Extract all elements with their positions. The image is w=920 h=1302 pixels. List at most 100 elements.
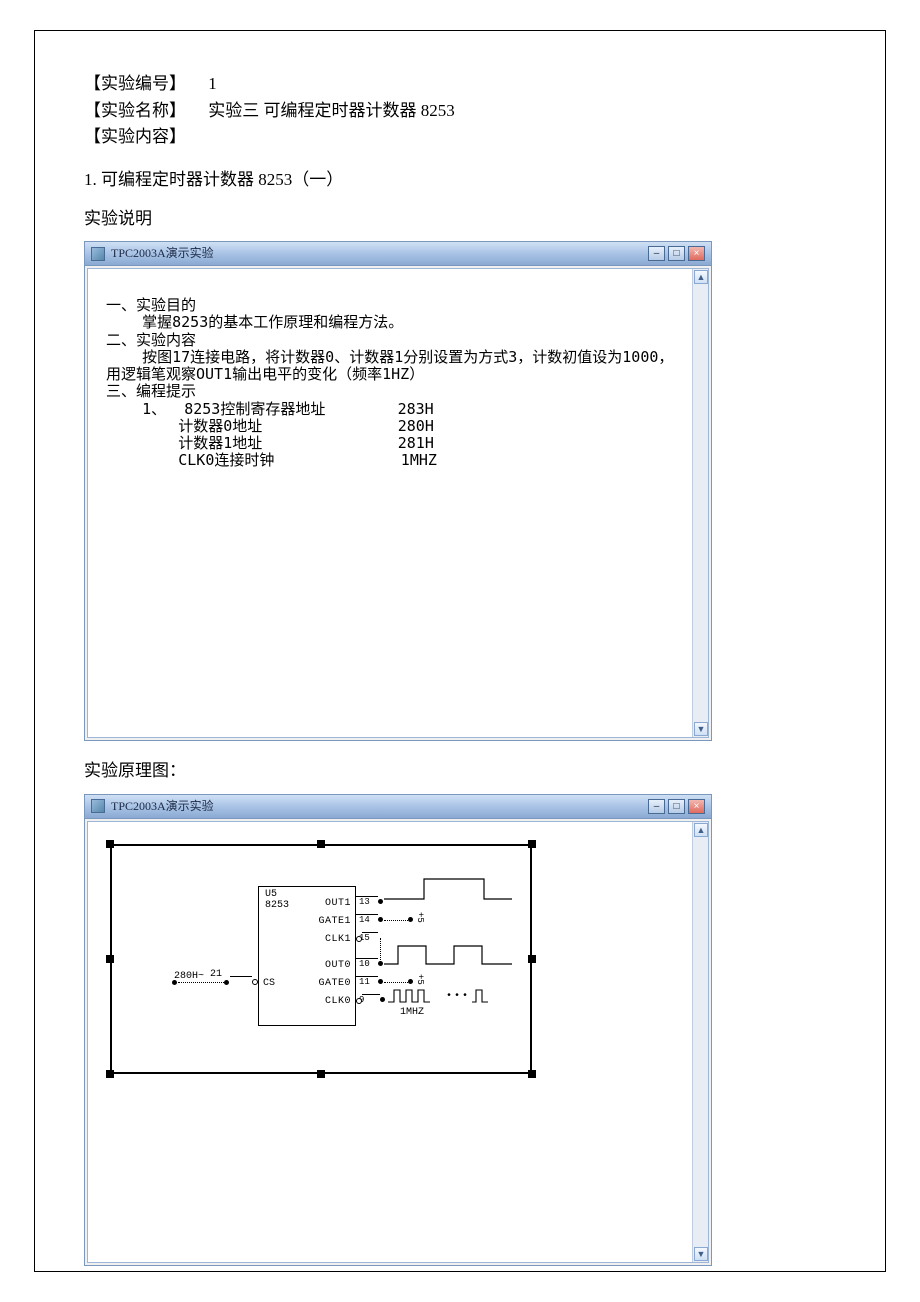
gate0-wire-dotted <box>384 982 408 983</box>
window-2-title: TPC2003A演示实验 <box>111 798 214 815</box>
line-8: 计数器1地址 281H <box>106 434 434 452</box>
addr-label: 280H~ <box>174 972 204 982</box>
gate0-end-dot <box>408 979 413 984</box>
window-2-body: 280H~ 21 U5 8253 CS OUT1 <box>87 821 709 1263</box>
close-button[interactable]: × <box>688 246 705 261</box>
gate1-node-dot <box>378 917 383 922</box>
resize-handle-bm[interactable] <box>317 1070 325 1078</box>
line-9: CLK0连接时钟 1MHZ <box>106 451 437 469</box>
close-button[interactable]: × <box>688 799 705 814</box>
pin-name-out0: OUT0 <box>325 959 351 974</box>
plus5-label-b: +5 <box>415 974 424 985</box>
minimize-button[interactable]: – <box>648 246 665 261</box>
clk0-node-dot <box>380 997 385 1002</box>
header-id-value: 1 <box>208 74 217 93</box>
pin-row-gate0: GATE0 11 <box>259 977 355 991</box>
clk-freq-label: 1MHZ <box>400 1008 424 1018</box>
embedded-window-2: TPC2003A演示实验 – □ × 280H~ 21 <box>84 794 712 1266</box>
pin-num-out0: 10 <box>359 958 370 971</box>
resize-handle-mr[interactable] <box>528 955 536 963</box>
gate1-wire-dotted <box>384 920 408 921</box>
gate0-node-dot <box>378 979 383 984</box>
resize-handle-ml[interactable] <box>106 955 114 963</box>
clk1-pin-line <box>362 932 378 933</box>
maximize-button[interactable]: □ <box>668 246 685 261</box>
header-name-value: 实验三 可编程定时器计数器 8253 <box>208 101 455 120</box>
header-name-line: 【实验名称】 实验三 可编程定时器计数器 8253 <box>84 99 844 124</box>
embedded-window-1: TPC2003A演示实验 – □ × 一、实验目的 掌握8253的基本工作原理和… <box>84 241 712 741</box>
plus5-label-a: +5 <box>415 912 424 923</box>
page-content: 【实验编号】 1 【实验名称】 实验三 可编程定时器计数器 8253 【实验内容… <box>84 72 844 1284</box>
clk1-inverter-icon <box>356 936 362 942</box>
app-icon <box>91 247 105 261</box>
experiment-text-pre: 一、实验目的 掌握8253的基本工作原理和编程方法。 二、实验内容 按图17连接… <box>106 297 684 470</box>
header-name-label: 【实验名称】 <box>84 101 186 120</box>
pin-num-out1: 13 <box>359 896 370 909</box>
scroll-up-icon[interactable]: ▲ <box>694 270 708 284</box>
out1-waveform-icon <box>384 874 514 904</box>
pin-name-out1: OUT1 <box>325 897 351 912</box>
clk0-ellipsis: ••• <box>446 992 470 1002</box>
line-5: 三、编程提示 <box>106 382 196 400</box>
scroll-down-icon[interactable]: ▼ <box>694 722 708 736</box>
chip-8253-box: U5 8253 CS OUT1 13 GATE1 14 CLK1 <box>258 886 356 1026</box>
scroll-up-icon[interactable]: ▲ <box>694 823 708 837</box>
cs-pin-num: 21 <box>210 970 222 980</box>
window-2-vscrollbar[interactable]: ▲ ▼ <box>692 822 708 1262</box>
maximize-button[interactable]: □ <box>668 799 685 814</box>
window-1-body: 一、实验目的 掌握8253的基本工作原理和编程方法。 二、实验内容 按图17连接… <box>87 268 709 738</box>
window-2-titlebar[interactable]: TPC2003A演示实验 – □ × <box>85 795 711 819</box>
pin-row-out1: OUT1 13 <box>259 897 355 911</box>
resize-handle-tl[interactable] <box>106 840 114 848</box>
line-2: 二、实验内容 <box>106 331 196 349</box>
addr-wire-dot <box>224 980 229 985</box>
window-1-titlebar[interactable]: TPC2003A演示实验 – □ × <box>85 242 711 266</box>
pin-name-clk1: CLK1 <box>325 933 351 948</box>
out1-pin-line <box>356 896 378 897</box>
window-1-vscrollbar[interactable]: ▲ ▼ <box>692 269 708 737</box>
minimize-button[interactable]: – <box>648 799 665 814</box>
gate0-pin-line <box>356 976 378 977</box>
header-id-line: 【实验编号】 1 <box>84 72 844 97</box>
line-1: 掌握8253的基本工作原理和编程方法。 <box>106 313 403 331</box>
line-4: 用逻辑笔观察OUT1输出电平的变化（频率1HZ） <box>106 365 424 383</box>
addr-terminal-dot <box>172 980 177 985</box>
clk0-inverter-icon <box>356 998 362 1004</box>
pin-row-clk1: CLK1 15 <box>259 933 355 947</box>
line-0: 一、实验目的 <box>106 296 196 314</box>
window-1-title: TPC2003A演示实验 <box>111 245 214 262</box>
clk0-waveform-b-icon <box>472 986 492 1006</box>
resize-handle-tr[interactable] <box>528 840 536 848</box>
out0-to-clk1-vlink <box>380 938 381 964</box>
clk0-waveform-a-icon <box>388 986 448 1006</box>
out0-pin-line <box>356 958 378 959</box>
pin-row-clk0: CLK0 9 <box>259 995 355 1009</box>
diagram-label: 实验原理图： <box>84 759 844 784</box>
pin-row-out0: OUT0 10 <box>259 959 355 973</box>
out0-waveform-icon <box>384 942 514 968</box>
line-6: 1、 8253控制寄存器地址 283H <box>106 400 434 418</box>
pin-num-gate1: 14 <box>359 914 370 927</box>
section-1-title: 1. 可编程定时器计数器 8253（一） <box>84 168 844 193</box>
resize-handle-tm[interactable] <box>317 840 325 848</box>
scroll-down-icon[interactable]: ▼ <box>694 1247 708 1261</box>
gate1-end-dot <box>408 917 413 922</box>
resize-handle-bl[interactable] <box>106 1070 114 1078</box>
pin-name-gate1: GATE1 <box>318 915 351 930</box>
pin-name-gate0: GATE0 <box>318 977 351 992</box>
pin-num-gate0: 11 <box>359 976 370 989</box>
clk0-pin-line <box>362 994 380 995</box>
resize-handle-br[interactable] <box>528 1070 536 1078</box>
header-id-label: 【实验编号】 <box>84 74 186 93</box>
pin-name-clk0: CLK0 <box>325 995 351 1010</box>
gate1-pin-line <box>356 914 378 915</box>
app-icon <box>91 799 105 813</box>
circuit-diagram-area: 280H~ 21 U5 8253 CS OUT1 <box>88 822 708 1262</box>
cs-pin-line <box>230 976 252 977</box>
experiment-text-area: 一、实验目的 掌握8253的基本工作原理和编程方法。 二、实验内容 按图17连接… <box>88 269 708 737</box>
description-label: 实验说明 <box>84 207 844 232</box>
line-3: 按图17连接电路，将计数器0、计数器1分别设置为方式3，计数初值设为1000， <box>106 348 673 366</box>
addr-wire-dotted <box>178 982 224 983</box>
header-content-label: 【实验内容】 <box>84 125 844 150</box>
pin-row-gate1: GATE1 14 <box>259 915 355 929</box>
